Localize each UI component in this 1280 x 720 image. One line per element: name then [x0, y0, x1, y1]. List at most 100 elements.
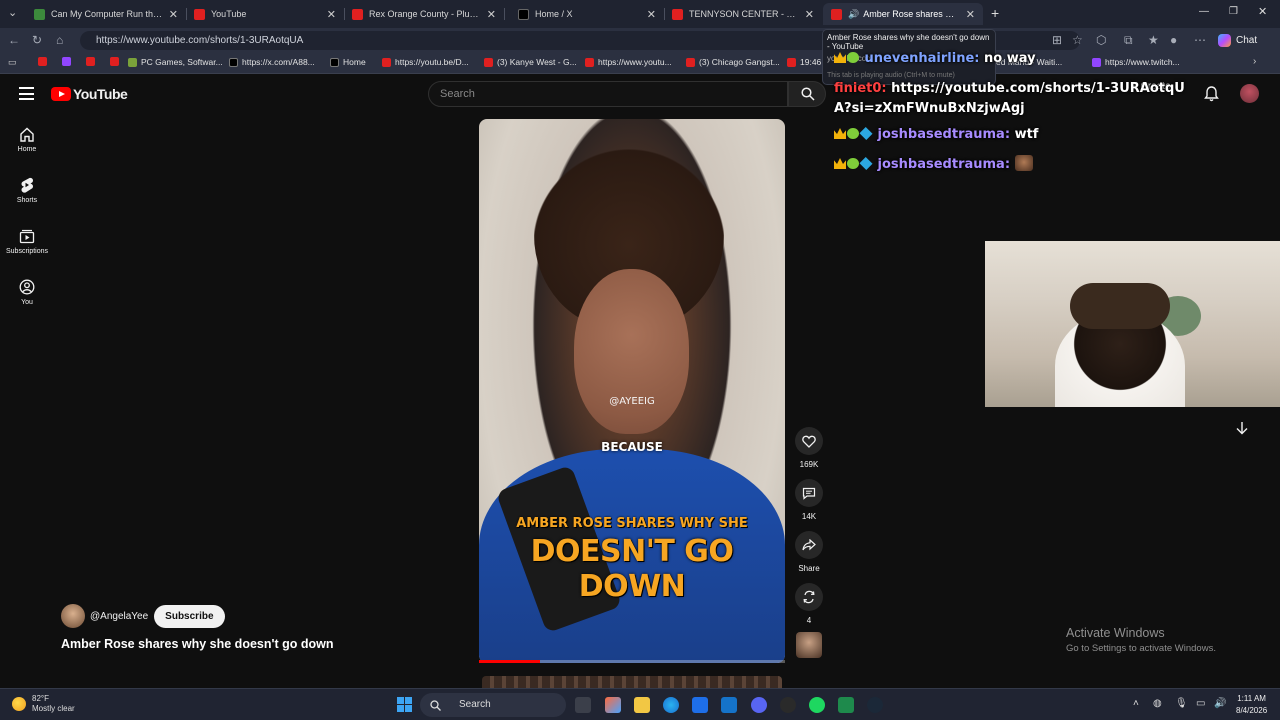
task-view-icon[interactable] — [575, 697, 591, 713]
channel-avatar[interactable] — [61, 604, 85, 628]
video-progress-bar[interactable] — [479, 660, 785, 663]
you-icon — [19, 279, 35, 295]
browser-tab-active[interactable]: 🔊 Amber Rose shares why she d ✕ — [823, 3, 983, 25]
copilot-app-icon[interactable] — [605, 697, 621, 713]
bookmark-label: https://www.youtu... — [598, 57, 672, 67]
channel-handle[interactable]: @AngelaYee — [90, 611, 148, 622]
sidebar-item-you[interactable]: You — [0, 279, 54, 306]
search-button[interactable] — [788, 81, 826, 107]
close-tab-icon[interactable]: ✕ — [169, 8, 178, 21]
maximize-window-icon[interactable]: ❐ — [1229, 6, 1238, 17]
close-window-icon[interactable]: ✕ — [1258, 5, 1267, 18]
bookmark-label: 19:46 — [800, 57, 822, 67]
remix-button[interactable]: 4 — [795, 583, 823, 625]
home-icon[interactable]: ⌂ — [56, 33, 63, 47]
edge-browser-icon[interactable] — [663, 697, 679, 713]
activate-windows-watermark: Activate Windows Go to Settings to activ… — [1066, 626, 1216, 654]
youtube-logo[interactable]: YouTube — [51, 86, 128, 102]
taskbar-search[interactable]: Search — [420, 693, 566, 717]
microphone-icon[interactable]: 🎙 — [1175, 698, 1188, 709]
close-tab-icon[interactable]: ✕ — [966, 8, 975, 21]
discord-icon[interactable] — [751, 697, 767, 713]
copilot-chat-button[interactable]: Chat — [1218, 34, 1257, 47]
bookmark-item[interactable]: (3) Chicago Gangst... — [686, 57, 780, 67]
bookmark-item[interactable] — [110, 57, 123, 66]
xbox-icon[interactable] — [838, 697, 854, 713]
sidebar-item-label: Shorts — [16, 197, 38, 204]
browser-tab[interactable]: TENNYSON CENTER - YouTube ✕ — [664, 3, 822, 25]
subscribe-button[interactable]: Subscribe — [154, 604, 225, 628]
show-hidden-icons-chevron-icon[interactable]: ˄ — [1133, 698, 1139, 709]
tab-title: Can My Computer Run these gam — [51, 9, 163, 19]
bookmark-item[interactable]: Home — [330, 57, 366, 67]
network-icon[interactable]: ▭ — [1196, 698, 1205, 709]
outlook-icon[interactable] — [721, 697, 737, 713]
minimize-window-icon[interactable]: — — [1199, 6, 1209, 17]
bookmark-item[interactable]: https://www.youtu... — [585, 57, 672, 67]
x-favicon-icon — [518, 8, 529, 20]
browser-tab[interactable]: Rex Orange County - Pluto Project ✕ — [344, 3, 504, 25]
file-explorer-icon[interactable] — [634, 697, 650, 713]
bookmark-item[interactable]: https://youtu.be/D... — [382, 57, 469, 67]
bookmark-label: https://www.twitch... — [1105, 57, 1180, 67]
sound-thumbnail[interactable] — [796, 632, 822, 658]
search-input[interactable]: Search — [428, 81, 788, 107]
more-options-icon[interactable]: ⋯ — [1194, 33, 1206, 47]
shorts-video-player[interactable]: @AYEEIG BECAUSE AMBER ROSE SHARES WHY SH… — [479, 119, 785, 663]
favorites-icon[interactable]: ★ — [1148, 33, 1159, 47]
bookmark-item[interactable] — [86, 57, 99, 66]
sidebar-item-home[interactable]: Home — [0, 127, 54, 153]
close-tab-icon[interactable]: ✕ — [805, 8, 814, 21]
sidebar-item-shorts[interactable]: Shorts — [0, 177, 54, 204]
tab-title: YouTube — [211, 9, 247, 19]
chat-username: finiet0: — [834, 81, 887, 96]
tab-actions-menu-icon[interactable]: ⌄ — [8, 6, 17, 19]
notifications-bell-icon[interactable] — [1204, 86, 1219, 102]
green-badge-icon — [847, 158, 859, 169]
close-tab-icon[interactable]: ✕ — [327, 8, 336, 21]
bookmark-item[interactable] — [38, 57, 51, 66]
back-arrow-icon[interactable]: ← — [8, 33, 20, 47]
bookmarks-overflow-chevron-icon[interactable]: › — [1253, 56, 1256, 67]
obs-icon[interactable] — [780, 697, 796, 713]
video-headline-bottom: DOESN'T GO DOWN — [530, 534, 734, 604]
bookmark-item[interactable]: 19:46 — [787, 57, 821, 67]
browser-tab[interactable]: Home / X ✕ — [504, 3, 664, 25]
tray-app-icon[interactable]: ◍ — [1153, 698, 1162, 709]
reload-icon[interactable]: ↻ — [32, 33, 42, 47]
close-tab-icon[interactable]: ✕ — [487, 8, 496, 21]
account-avatar[interactable] — [1240, 84, 1259, 103]
browser-tab[interactable]: YouTube ✕ — [186, 3, 344, 25]
spotify-icon[interactable] — [809, 697, 825, 713]
browser-tab[interactable]: Can My Computer Run these gam ✕ — [26, 3, 186, 25]
windows-start-icon[interactable] — [397, 697, 412, 712]
tab-actions-icon[interactable]: ▭ — [8, 57, 17, 68]
bookmark-item[interactable]: https://x.com/A88... — [229, 57, 315, 67]
next-short-arrow-icon[interactable] — [1234, 420, 1250, 436]
youtube-play-logo-icon — [51, 87, 71, 101]
speaker-icon[interactable]: 🔊 — [848, 9, 859, 20]
bookmark-item[interactable]: https://www.twitch... — [1092, 57, 1180, 67]
next-short-preview[interactable] — [482, 676, 782, 688]
taskbar-clock[interactable]: 1:11 AM 8/4/2026 — [1236, 693, 1267, 717]
favorite-star-icon[interactable]: ☆ — [1072, 33, 1083, 47]
video-progress-fill — [479, 660, 541, 663]
share-button[interactable]: Share — [795, 531, 823, 573]
profile-avatar-icon[interactable]: ● — [1170, 33, 1177, 47]
steam-icon[interactable] — [867, 697, 883, 713]
bookmark-item[interactable]: PC Games, Softwar... — [128, 57, 223, 67]
like-button[interactable]: 169K — [795, 427, 823, 469]
close-tab-icon[interactable]: ✕ — [647, 8, 656, 21]
bookmark-item[interactable] — [62, 57, 75, 66]
microsoft-store-icon[interactable] — [692, 697, 708, 713]
hamburger-menu-icon[interactable] — [19, 87, 34, 100]
bookmark-item[interactable]: (3) Kanye West - G... — [484, 57, 577, 67]
extensions-icon[interactable]: ⬡ — [1096, 33, 1106, 47]
new-tab-button[interactable]: + — [991, 5, 999, 21]
split-screen-icon[interactable]: ⧉ — [1124, 33, 1133, 48]
sidebar-item-subscriptions[interactable]: Subscriptions — [0, 228, 54, 255]
app-available-icon[interactable]: ⊞ — [1052, 33, 1062, 47]
volume-icon[interactable]: 🔊 — [1214, 698, 1226, 709]
comments-button[interactable]: 14K — [795, 479, 823, 521]
weather-widget[interactable]: 82°F Mostly clear — [12, 694, 75, 714]
